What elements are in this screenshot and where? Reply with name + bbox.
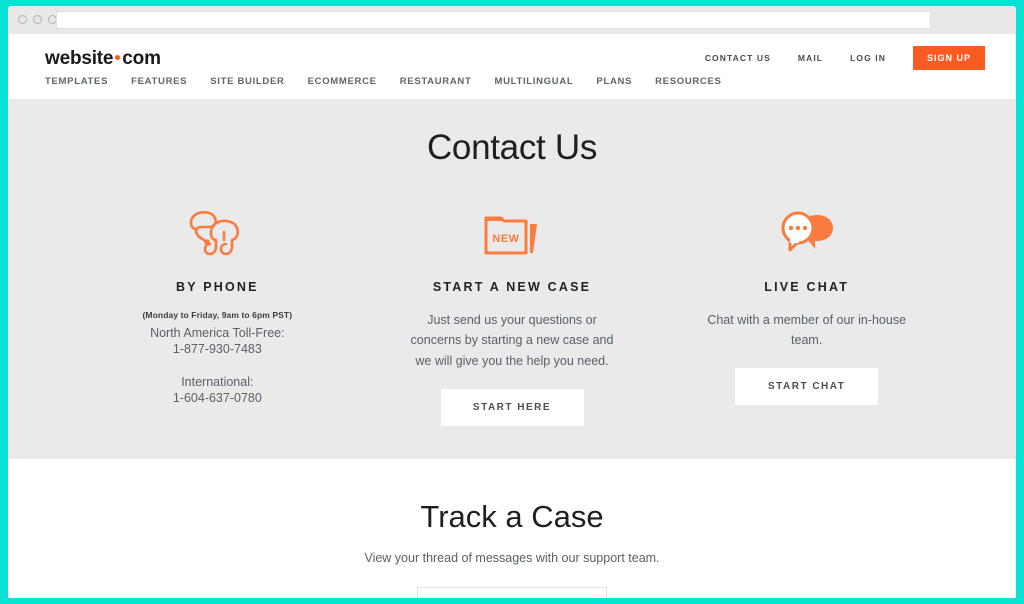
international-label: International: [181,375,254,389]
start-here-button[interactable]: START HERE [440,388,584,426]
sign-up-button[interactable]: SIGN UP [912,46,985,70]
window-controls [18,15,57,24]
contact-column-by-phone: BY PHONE (Monday to Friday, 9am to 6pm P… [70,202,365,426]
logo-tld: com [122,48,161,69]
util-contact-us[interactable]: CONTACT US [705,53,771,63]
track-case-section: Track a Case View your thread of message… [8,459,1016,598]
site-header: website com TEMPLATES FEATURES SITE BUILD… [8,34,1016,100]
contact-column-live-chat: LIVE CHAT Chat with a member of our in-h… [659,202,954,426]
live-chat-description: Chat with a member of our in-house team. [707,313,907,348]
contact-column-new-case: NEW START A NEW CASE Just send us your q… [365,202,660,426]
track-case-title: Track a Case [420,499,604,534]
nav-item-features[interactable]: FEATURES [131,76,187,87]
browser-window: website com TEMPLATES FEATURES SITE BUILD… [8,6,1016,598]
nav-item-restaurant[interactable]: RESTAURANT [400,76,472,87]
start-chat-button[interactable]: START CHAT [735,367,879,405]
new-case-description: Just send us your questions or concerns … [410,313,614,368]
teal-page-frame: website com TEMPLATES FEATURES SITE BUILD… [0,0,1024,604]
logo-word: website [45,48,114,69]
contact-section: Contact Us BY PHONE (Monday to Friday, 9… [8,100,1016,459]
window-dot-close-icon[interactable] [18,15,27,24]
nav-item-multilingual[interactable]: MULTILINGUAL [494,76,573,87]
support-hours: (Monday to Friday, 9am to 6pm PST) [142,310,293,320]
site-logo[interactable]: website com [45,48,161,70]
toll-free-label: North America Toll-Free: [150,326,285,340]
svg-text:NEW: NEW [492,233,519,245]
new-folder-icon: NEW [365,202,660,264]
international-number[interactable]: 1-604-637-0780 [70,390,365,406]
phone-spacer [70,357,365,374]
nav-item-plans[interactable]: PLANS [596,76,632,87]
headset-support-icon [70,202,365,264]
window-dot-minimize-icon[interactable] [33,15,42,24]
case-number-input[interactable] [417,587,607,598]
nav-item-ecommerce[interactable]: ECOMMERCE [308,76,377,87]
nav-item-site-builder[interactable]: SITE BUILDER [210,76,284,87]
column-title-by-phone: BY PHONE [176,280,259,294]
url-input[interactable] [56,11,931,29]
chat-bubbles-icon [659,202,954,264]
toll-free-number[interactable]: 1-877-930-7483 [70,341,365,357]
nav-item-resources[interactable]: RESOURCES [655,76,721,87]
column-title-new-case: START A NEW CASE [432,280,592,294]
contact-columns: BY PHONE (Monday to Friday, 9am to 6pm P… [8,202,1016,426]
main-navigation: TEMPLATES FEATURES SITE BUILDER ECOMMERC… [45,76,722,87]
logo-dot-icon [115,54,121,60]
track-case-subtitle: View your thread of messages with our su… [364,551,660,565]
nav-item-templates[interactable]: TEMPLATES [45,76,108,87]
util-log-in[interactable]: LOG IN [850,53,886,63]
browser-chrome [8,6,1016,34]
page-title: Contact Us [426,128,598,167]
util-mail[interactable]: MAIL [798,53,823,63]
column-title-live-chat: LIVE CHAT [764,280,850,294]
utility-navigation: CONTACT US MAIL LOG IN SIGN UP [705,46,985,70]
